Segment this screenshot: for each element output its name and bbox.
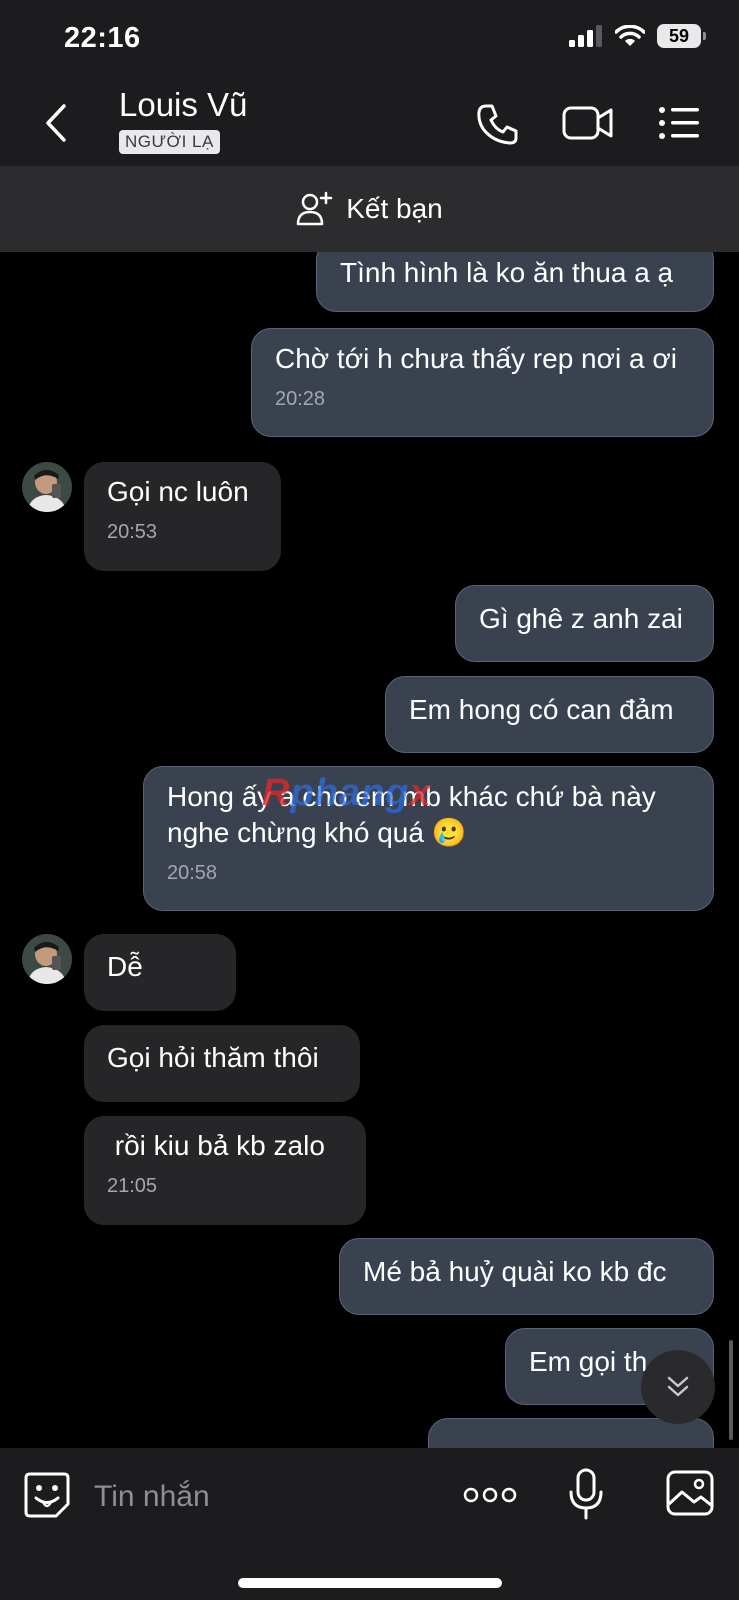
more-button[interactable] (463, 1486, 517, 1509)
message-input-bar (0, 1448, 739, 1600)
status-bar: 22:16 59 (0, 0, 739, 80)
microphone-icon (569, 1468, 603, 1520)
message-bubble[interactable]: rồi kiu bả kb zalo 21:05 (84, 1116, 366, 1225)
message-text: Dễ (107, 951, 143, 982)
message-text-line1: Hong ấy a cho em mb khác chứ bà này (167, 781, 656, 812)
message-time: 21:05 (107, 1175, 158, 1197)
message-bubble[interactable]: Dễ (84, 934, 236, 1011)
message-bubble[interactable]: Mé bả huỷ quài ko kb đc (339, 1238, 714, 1315)
message-text: Mé bả huỷ quài ko kb đc (363, 1256, 667, 1287)
message-time: 20:58 (167, 862, 218, 884)
message-time: 20:53 (107, 521, 158, 543)
back-button[interactable] (38, 100, 78, 146)
avatar[interactable] (22, 462, 72, 512)
message-text: Tình hình là ko ăn thua a ạ (340, 257, 674, 288)
avatar[interactable] (22, 934, 72, 984)
add-friend-label: Kết bạn (346, 193, 443, 224)
message-time: 20:28 (275, 388, 326, 410)
message-text: Gọi hỏi thăm thôi (107, 1042, 319, 1073)
call-button[interactable] (476, 102, 520, 151)
message-bubble[interactable]: Gọi nc luôn 20:53 (84, 462, 281, 571)
image-icon (666, 1470, 714, 1516)
message-text: Gì ghê z anh zai (479, 603, 683, 634)
chat-header: Louis Vũ NGƯỜI LẠ (0, 80, 739, 166)
chevron-double-down-icon (667, 1376, 689, 1397)
cellular-signal-icon (569, 25, 602, 47)
message-bubble[interactable]: Tình hình là ko ăn thua a ạ (316, 252, 714, 312)
contact-name[interactable]: Louis Vũ (119, 86, 247, 124)
message-bubble[interactable]: Hong ấy a cho em mb khác chứ bà này nghe… (143, 766, 714, 911)
message-bubble[interactable]: Gì ghê z anh zai (455, 585, 714, 662)
stranger-badge: NGƯỜI LẠ (119, 130, 220, 154)
battery-icon: 59 (657, 24, 706, 48)
scroll-indicator[interactable] (729, 1340, 733, 1440)
message-text: rồi kiu bả kb zalo (107, 1130, 325, 1161)
sticker-icon (24, 1472, 70, 1518)
video-camera-icon (562, 106, 613, 140)
gallery-button[interactable] (666, 1470, 714, 1521)
wifi-icon (615, 25, 645, 46)
sticker-button[interactable] (24, 1470, 70, 1523)
message-bubble[interactable]: Em hong có can đảm (385, 676, 714, 753)
menu-button[interactable] (658, 106, 700, 145)
message-text-line2: nghe chừng khó quá 🥲 (167, 817, 467, 848)
message-list[interactable]: Tình hình là ko ăn thua a ạ Chờ tới h ch… (0, 252, 739, 1448)
add-friend-button[interactable]: Kết bạn (0, 166, 739, 252)
status-time: 22:16 (64, 22, 141, 54)
message-text: Gọi nc luôn (107, 476, 249, 507)
scroll-down-button[interactable] (641, 1350, 715, 1424)
status-icons: 59 (569, 24, 706, 48)
phone-icon (477, 104, 518, 145)
video-call-button[interactable] (562, 104, 614, 147)
more-dots-icon (463, 1487, 517, 1503)
home-indicator[interactable] (238, 1578, 502, 1588)
chevron-left-icon (46, 104, 66, 142)
message-text: Em hong có can đảm (409, 694, 674, 725)
message-bubble[interactable]: Gọi hỏi thăm thôi (84, 1025, 360, 1102)
message-text: Chờ tới h chưa thấy rep nơi a ơi (275, 343, 677, 374)
voice-button[interactable] (568, 1468, 604, 1525)
message-bubble[interactable]: Chờ tới h chưa thấy rep nơi a ơi 20:28 (251, 328, 714, 437)
list-icon (659, 107, 699, 139)
add-user-icon (296, 191, 333, 226)
message-input[interactable] (92, 1474, 436, 1520)
